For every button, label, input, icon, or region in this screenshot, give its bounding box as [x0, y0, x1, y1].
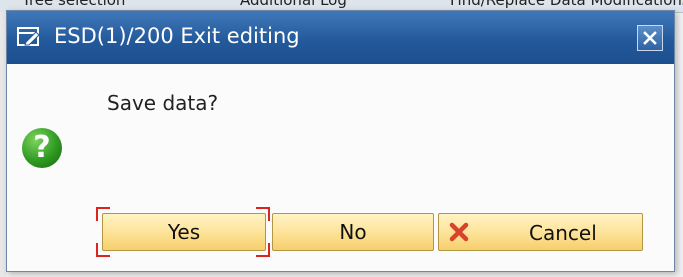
window-icon [17, 27, 41, 51]
close-button[interactable] [637, 25, 663, 51]
dialog-title: ESD(1)/200 Exit editing [54, 24, 300, 48]
dialog-message: Save data? [107, 91, 219, 115]
no-button-label: No [339, 220, 367, 244]
background-item-additional-log: Additional Log [240, 0, 347, 9]
background-item-find-replace: Find/Replace Data Modifications [450, 0, 683, 9]
dialog-titlebar[interactable]: ESD(1)/200 Exit editing [7, 11, 674, 64]
yes-button[interactable]: Yes [102, 213, 266, 251]
no-button[interactable]: No [272, 213, 434, 251]
exit-editing-dialog: ESD(1)/200 Exit editing ? Save data? Yes… [6, 10, 675, 272]
yes-button-label: Yes [167, 220, 201, 244]
close-icon [643, 31, 657, 45]
background-item-tree-selection: Tree selection [22, 0, 126, 9]
cancel-x-icon [449, 222, 469, 247]
cancel-button-label: Cancel [529, 221, 597, 245]
question-icon: ? [22, 128, 62, 168]
cancel-button[interactable]: Cancel [438, 213, 643, 251]
